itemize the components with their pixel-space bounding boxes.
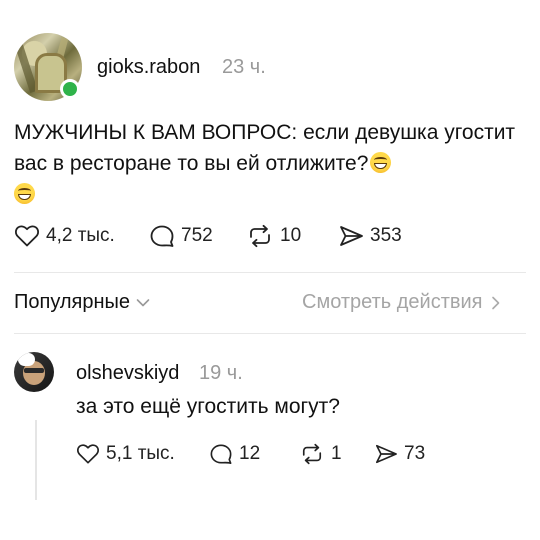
share-icon [340, 226, 363, 246]
comment-count: 752 [181, 225, 213, 246]
reply-timestamp: 19 ч. [199, 362, 243, 384]
repost-count: 10 [280, 225, 302, 246]
grinning-face-emoji [14, 183, 35, 204]
post-text-content: МУЖЧИНЫ К ВАМ ВОПРОС: если девушка угост… [14, 121, 516, 175]
divider [14, 272, 526, 273]
repost-button[interactable]: 10 [246, 224, 301, 248]
view-actions-label: Смотреть действия [302, 291, 483, 313]
grinning-face-emoji [370, 152, 392, 173]
comment-icon [210, 444, 232, 464]
reply-repost-button[interactable]: 1 [299, 443, 342, 465]
reply-share-button[interactable]: 73 [374, 443, 425, 465]
reply-comment-button[interactable]: 12 [209, 443, 260, 465]
comment-button[interactable]: 752 [149, 224, 213, 248]
heart-icon [15, 225, 39, 247]
share-icon [376, 444, 397, 464]
sort-dropdown[interactable]: Популярные [14, 291, 150, 314]
post-text: МУЖЧИНЫ К ВАМ ВОПРОС: если девушка угост… [14, 117, 524, 204]
reply-like-count: 5,1 тыс. [106, 443, 175, 464]
divider [14, 333, 526, 334]
repost-icon [302, 443, 322, 465]
reply-comment-count: 12 [239, 443, 261, 464]
reply-text: за это ещё угостить могут? [76, 395, 340, 418]
repost-icon [250, 224, 270, 248]
comment-icon [150, 225, 174, 247]
sort-label: Популярные [14, 291, 131, 313]
post-author-username[interactable]: gioks.rabon [97, 56, 200, 79]
like-button[interactable]: 4,2 тыс. [14, 224, 115, 248]
like-count: 4,2 тыс. [46, 225, 115, 246]
reply-author-username[interactable]: olshevskiyd [76, 362, 179, 385]
post-timestamp: 23 ч. [222, 56, 266, 78]
chevron-right-icon [491, 296, 499, 309]
share-button[interactable]: 353 [338, 224, 402, 248]
thread-line [35, 420, 37, 500]
view-actions-link[interactable]: Смотреть действия [302, 291, 501, 314]
reply-share-count: 73 [404, 443, 426, 464]
reply-author-avatar[interactable] [14, 352, 54, 392]
online-status-dot [60, 79, 80, 99]
reply-like-button[interactable]: 5,1 тыс. [76, 443, 175, 465]
heart-icon [77, 444, 99, 464]
share-count: 353 [370, 225, 402, 246]
chevron-down-icon [136, 298, 150, 306]
reply-repost-count: 1 [331, 443, 342, 464]
